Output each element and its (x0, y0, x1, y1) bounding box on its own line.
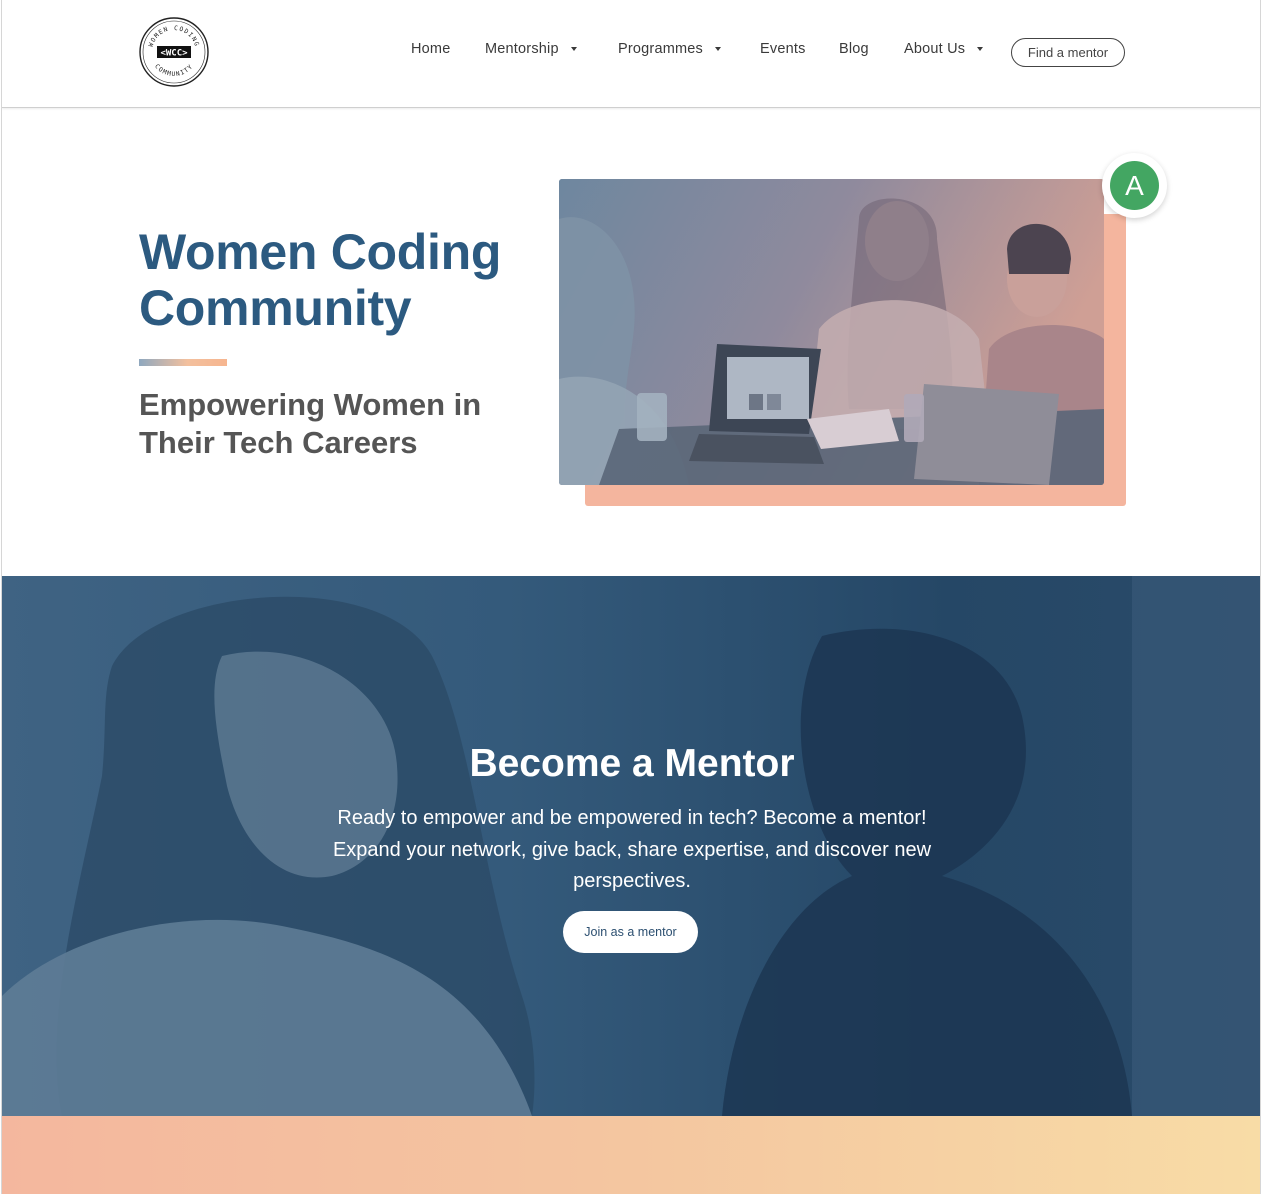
page: WOMEN CODING COMMUNITY <WCC> Home Mentor… (1, 0, 1261, 1194)
hero-title: Women Coding Community (139, 224, 502, 336)
nav-programmes[interactable]: Programmes (618, 41, 721, 57)
caret-down-icon (570, 47, 577, 51)
mentor-section-title: Become a Mentor (469, 742, 795, 785)
wcc-logo-icon[interactable]: WOMEN CODING COMMUNITY <WCC> (138, 16, 210, 88)
nav-events[interactable]: Events (760, 41, 806, 57)
user-avatar-badge[interactable]: A (1102, 153, 1167, 218)
hero-photo (559, 179, 1104, 485)
site-header: WOMEN CODING COMMUNITY <WCC> Home Mentor… (2, 0, 1260, 108)
mentor-section-text: Ready to empower and be empowered in tec… (332, 807, 932, 892)
nav-blog-label: Blog (839, 41, 869, 57)
caret-down-icon (715, 47, 721, 51)
nav-mentorship-label: Mentorship (485, 41, 559, 57)
hero-divider (139, 359, 227, 366)
caret-down-icon (977, 47, 984, 51)
nav-home-label: Home (411, 41, 451, 57)
find-mentor-button[interactable]: Find a mentor (1011, 38, 1125, 67)
nav-about-us-label: About Us (904, 41, 966, 57)
nav-events-label: Events (760, 41, 806, 57)
nav-mentorship[interactable]: Mentorship (485, 41, 577, 57)
logo-mark: <WCC> (160, 49, 188, 59)
next-section-gradient (2, 1116, 1260, 1194)
nav-about-us[interactable]: About Us (904, 41, 984, 57)
avatar: A (1110, 161, 1159, 210)
nav-home[interactable]: Home (411, 41, 450, 57)
nav-blog[interactable]: Blog (839, 41, 869, 57)
join-as-mentor-button[interactable]: Join as a mentor (563, 911, 698, 953)
hero-subtitle: Empowering Women in Their Tech Careers (139, 387, 482, 460)
nav-programmes-label: Programmes (618, 41, 703, 57)
